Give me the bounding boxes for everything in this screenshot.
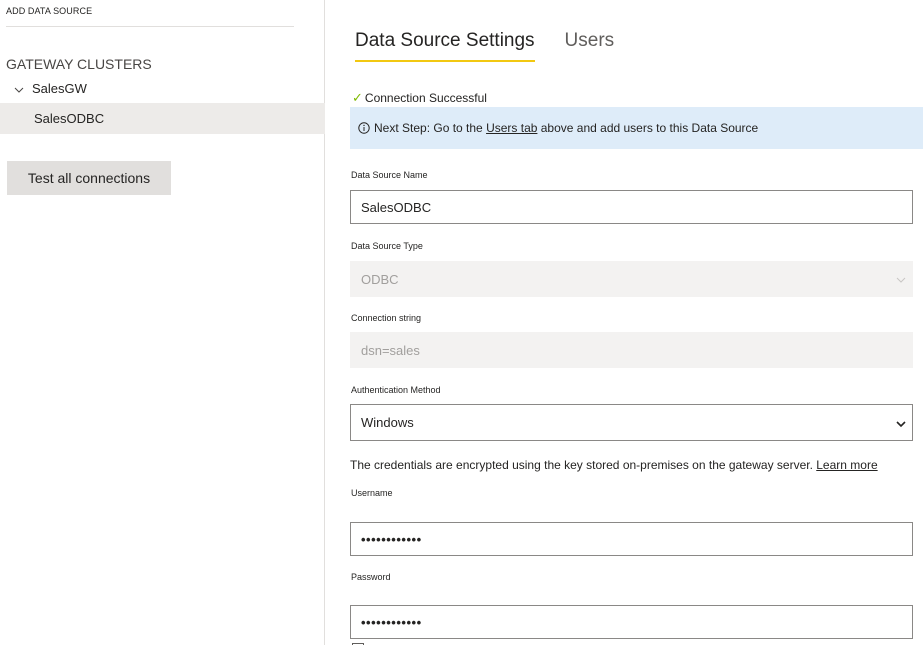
cluster-item-salesgw[interactable]: SalesGW: [14, 78, 87, 98]
credentials-note-text: The credentials are encrypted using the …: [350, 458, 817, 472]
authentication-method-select[interactable]: Windows: [350, 404, 913, 441]
connection-string-label: Connection string: [351, 313, 422, 323]
password-label: Password: [351, 572, 391, 582]
password-input[interactable]: ••••••••••••: [350, 605, 913, 639]
cluster-name: SalesGW: [32, 80, 87, 96]
authentication-method-value: Windows: [361, 415, 414, 430]
test-all-connections-button[interactable]: Test all connections: [7, 161, 171, 195]
left-divider: [6, 26, 294, 27]
username-label: Username: [351, 488, 393, 498]
connection-status-text: Connection Successful: [364, 91, 487, 105]
tab-data-source-settings[interactable]: Data Source Settings: [355, 30, 535, 62]
info-text-suffix: above and add users to this Data Source: [537, 121, 759, 135]
tab-users[interactable]: Users: [565, 30, 615, 62]
data-source-name-input[interactable]: SalesODBC: [350, 190, 913, 224]
username-input[interactable]: ••••••••••••: [350, 522, 913, 556]
data-source-name-label: Data Source Name: [351, 170, 428, 180]
data-source-item-salesodbc[interactable]: SalesODBC: [0, 103, 325, 134]
next-step-info-bar: Next Step: Go to the Users tab above and…: [350, 107, 923, 149]
left-panel: ADD DATA SOURCE GATEWAY CLUSTERS SalesGW…: [0, 0, 325, 645]
add-data-source-link[interactable]: ADD DATA SOURCE: [6, 6, 92, 16]
chevron-down-icon[interactable]: [896, 417, 906, 428]
learn-more-link[interactable]: Learn more: [816, 458, 877, 472]
connection-status: ✓ Connection Successful: [352, 90, 487, 106]
password-value: ••••••••••••: [361, 614, 422, 630]
chevron-down-icon: [896, 273, 906, 283]
username-value: ••••••••••••: [361, 531, 422, 547]
data-source-type-select: ODBC: [350, 261, 913, 297]
data-source-type-value: ODBC: [361, 271, 399, 287]
connection-string-input: dsn=sales: [350, 332, 913, 368]
gateway-clusters-title: GATEWAY CLUSTERS: [6, 56, 152, 72]
authentication-method-label: Authentication Method: [351, 385, 441, 395]
settings-tabs: Data Source Settings Users: [355, 30, 614, 62]
info-text-prefix: Next Step: Go to the: [374, 121, 487, 135]
data-source-type-label: Data Source Type: [351, 241, 423, 251]
users-tab-link[interactable]: Users tab: [486, 121, 537, 135]
chevron-down-icon[interactable]: [14, 83, 24, 93]
checkmark-icon: ✓: [352, 90, 363, 105]
info-icon: [358, 122, 370, 134]
credentials-encryption-note: The credentials are encrypted using the …: [350, 458, 878, 472]
gateway-data-source-page: ADD DATA SOURCE GATEWAY CLUSTERS SalesGW…: [0, 0, 923, 645]
